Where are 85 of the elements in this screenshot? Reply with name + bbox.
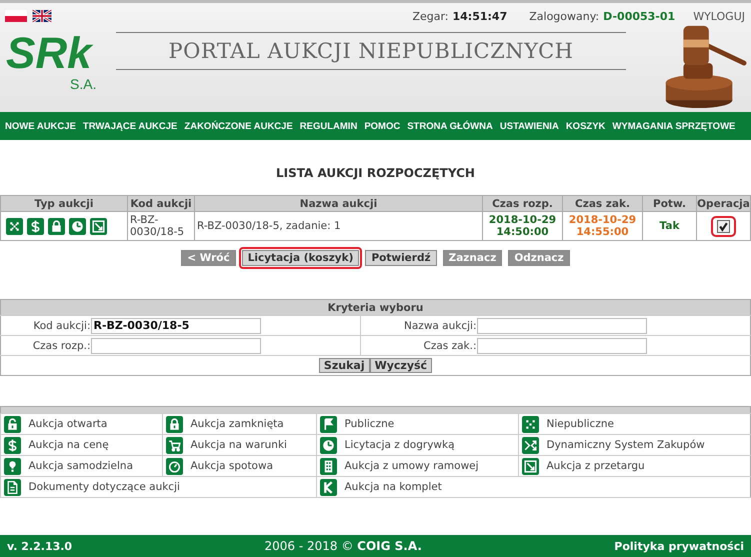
flag-icon (320, 416, 337, 432)
logo-mark: SRk (6, 32, 94, 76)
table-cell: R-BZ-0030/18-5 (128, 212, 194, 240)
stopwatch-icon (166, 458, 183, 474)
nav-link[interactable]: STRONA GŁÓWNA (407, 120, 493, 132)
legend-label: Publiczne (344, 418, 394, 430)
legend-label: Aukcja na warunki (190, 439, 287, 451)
criteria-button[interactable]: Wyczyść (370, 358, 432, 373)
dollar-icon (4, 436, 21, 454)
clock-time: 14:51:47 (452, 10, 508, 22)
dollar-icon (27, 218, 44, 234)
input-field[interactable]: R-BZ-0030/18-5 (90, 318, 260, 334)
clock-icon (69, 218, 86, 234)
legend-label: Aukcja na cenę (28, 439, 109, 451)
nav-link[interactable]: NOWE AUKCJE (5, 120, 76, 132)
legend-label: Aukcja samodzielna (28, 460, 133, 472)
padlock-icon (166, 416, 183, 432)
legend-label: Niepubliczne (546, 418, 614, 430)
action-button[interactable]: Licytacja (koszyk) (242, 250, 360, 266)
column-header: Kod aukcji (128, 196, 194, 212)
polish-flag-icon[interactable] (5, 10, 27, 22)
action-button[interactable]: < Wróć (181, 250, 236, 266)
table-cell: R-BZ-0030/18-5, zadanie: 1 (194, 212, 482, 240)
privacy-link[interactable]: Polityka prywatności (614, 540, 744, 552)
input-field[interactable] (90, 338, 260, 354)
letter-k-icon (320, 478, 337, 496)
cross-pattern-icon (522, 416, 539, 432)
uk-flag-icon[interactable] (31, 10, 53, 22)
nav-link[interactable]: POMOC (364, 120, 400, 132)
user-id: D-00053-01 (603, 10, 676, 22)
cart-icon (166, 436, 183, 454)
document-icon (4, 478, 21, 496)
column-header: Czas rozp. (482, 196, 562, 212)
column-header: Potw. (642, 196, 696, 212)
copyright-text: 2006 - 2018 © COIG S.A. (264, 539, 422, 553)
portal-title: PORTAL AUKCJI NIEPUBLICZNYCH (168, 39, 574, 63)
cross-pattern-icon (6, 218, 23, 234)
logout-link[interactable]: WYLOGUJ (693, 10, 745, 22)
criteria-title: Kryteria wyboru (0, 300, 750, 316)
shuffle-icon (522, 436, 539, 454)
exclamation-icon (4, 458, 21, 474)
page-heading: LISTA AUKCJI ROZPOCZĘTYCH (275, 166, 476, 180)
legend-label: Licytacja z dogrywką (344, 439, 455, 451)
legend-label: Dokumenty dotyczące aukcji (28, 481, 180, 493)
table-cell: 2018-10-29 14:50:00 (482, 212, 562, 240)
version-text: v. 2.2.13.0 (7, 540, 72, 552)
field-label: Nazwa aukcji: (404, 320, 476, 332)
field-label: Czas zak.: (424, 340, 476, 352)
action-button[interactable]: Zaznacz (442, 250, 502, 266)
column-header: Operacja (696, 196, 750, 212)
input-field[interactable] (476, 338, 646, 354)
nav-link[interactable]: ZAKOŃCZONE AUKCJE (184, 120, 293, 132)
diagonal-arrow-icon (522, 458, 539, 474)
legend-label: Aukcja zamknięta (190, 418, 284, 430)
action-button[interactable]: Potwierdź (365, 250, 437, 266)
nav-link[interactable]: WYMAGANIA SPRZĘTOWE (612, 120, 736, 132)
legend-label: Aukcja z przetargu (546, 460, 645, 472)
padlock-icon (4, 416, 21, 432)
clock-label: Zegar: (412, 10, 448, 22)
clock-icon (320, 436, 337, 454)
field-label: Kod aukcji: (33, 320, 90, 332)
user-label: Zalogowany: (529, 10, 600, 22)
field-label: Czas rozp.: (32, 340, 90, 352)
padlock-icon (48, 218, 65, 234)
legend-label: Aukcja z umowy ramowej (344, 460, 479, 472)
table-cell: 2018-10-29 14:55:00 (562, 212, 642, 240)
nav-link[interactable]: TRWAJĄCE AUKCJE (82, 120, 178, 132)
legend-label: Aukcja otwarta (28, 418, 108, 430)
building-icon (320, 458, 337, 474)
criteria-button[interactable]: Szukaj (318, 358, 370, 373)
logo-suffix: S.A. (70, 76, 98, 92)
nav-link[interactable]: USTAWIENIA (500, 120, 559, 132)
column-header: Typ aukcji (0, 196, 128, 212)
legend-label: Dynamiczny System Zakupów (546, 439, 705, 451)
action-button[interactable]: Odznacz (508, 250, 570, 266)
column-header: Nazwa aukcji (194, 196, 482, 212)
legend-label: Aukcja na komplet (344, 481, 442, 493)
nav-link[interactable]: REGULAMIN (300, 120, 358, 132)
diagonal-arrow-icon (90, 218, 107, 234)
input-field[interactable] (476, 318, 646, 334)
nav-link[interactable]: KOSZYK (566, 120, 606, 132)
checkbox[interactable] (717, 220, 730, 232)
table-cell: Tak (642, 212, 696, 240)
legend-label: Aukcja spotowa (190, 460, 274, 472)
column-header: Czas zak. (562, 196, 642, 212)
